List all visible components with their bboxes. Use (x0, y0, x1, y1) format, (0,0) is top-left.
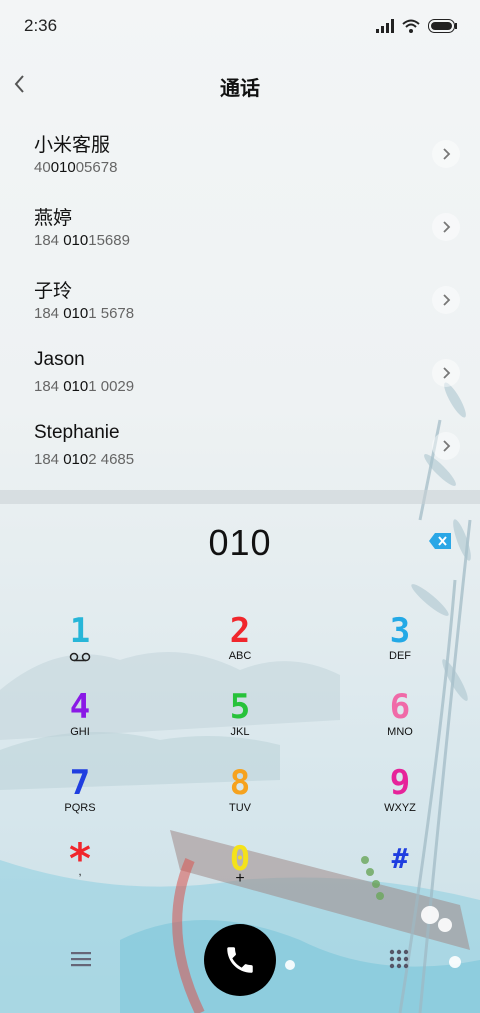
key-digit: 2 (229, 611, 251, 651)
contact-name: Stephanie (34, 422, 120, 443)
contact-name: 子玲 (34, 281, 73, 302)
key-digit: 3 (389, 611, 411, 651)
contact-name: Jason (34, 349, 85, 370)
chevron-right-icon (443, 148, 451, 160)
phone-icon (227, 947, 253, 973)
chevron-right-icon (443, 440, 451, 452)
page-title: 通话 (220, 76, 260, 100)
key-letters: PQRS (64, 802, 96, 814)
contact-row[interactable]: 燕婷 184 01015689 (0, 191, 480, 264)
chevron-right-icon (443, 221, 451, 233)
call-button[interactable] (204, 924, 276, 996)
contact-name: 小米客服 (34, 135, 111, 156)
key-letters: GHI (70, 726, 90, 738)
key-digit: # (391, 842, 409, 875)
key-hash[interactable]: # (335, 840, 465, 910)
battery-icon (428, 19, 457, 33)
contact-number: 4001005678 (34, 159, 118, 176)
chevron-right-icon (443, 367, 451, 379)
signal-icon (376, 19, 394, 33)
contact-row[interactable]: 小米客服 4001005678 (0, 118, 480, 191)
bottom-bar (0, 920, 480, 1000)
key-digit: 9 (389, 763, 411, 803)
wifi-icon (402, 19, 420, 33)
contact-detail-button[interactable] (432, 432, 460, 460)
key-digit: 4 (69, 687, 91, 727)
contact-name: 燕婷 (34, 208, 73, 229)
contact-detail-button[interactable] (432, 140, 460, 168)
contact-row[interactable]: Jason 184 0101 0029 (0, 337, 480, 410)
status-bar: 2:36 (0, 0, 480, 52)
key-2[interactable]: 2 ABC (175, 612, 305, 682)
contact-detail-button[interactable] (432, 359, 460, 387)
menu-icon[interactable] (70, 950, 92, 968)
key-1[interactable]: 1 (15, 612, 145, 682)
contact-detail-button[interactable] (432, 286, 460, 314)
key-letters: , (78, 866, 82, 878)
contact-row[interactable]: Stephanie 184 0102 4685 (0, 410, 480, 483)
key-9[interactable]: 9 WXYZ (335, 764, 465, 834)
key-digit: 1 (69, 611, 91, 651)
key-digit: 5 (229, 687, 251, 727)
backspace-icon[interactable] (428, 532, 452, 550)
dialed-number: 010 (208, 522, 272, 563)
contact-number: 184 01015689 (34, 232, 130, 249)
contact-list: 小米客服 4001005678 燕婷 184 01015689 子玲 184 0… (0, 118, 480, 483)
header: 通话 (0, 60, 480, 108)
status-time: 2:36 (24, 16, 58, 35)
key-8[interactable]: 8 TUV (175, 764, 305, 834)
key-digit: 8 (229, 763, 251, 803)
key-star[interactable]: * , (15, 838, 145, 910)
key-letters: WXYZ (384, 802, 416, 814)
key-letters: TUV (229, 802, 251, 814)
key-letters: + (235, 870, 245, 887)
key-digit: 6 (389, 687, 411, 727)
key-letters: DEF (389, 650, 411, 662)
key-letters: MNO (387, 726, 413, 738)
key-3[interactable]: 3 DEF (335, 612, 465, 682)
dialpad-icon[interactable] (388, 948, 410, 970)
contact-number: 184 0102 4685 (34, 451, 135, 468)
key-4[interactable]: 4 GHI (15, 688, 145, 758)
contact-row[interactable]: 子玲 184 0101 5678 (0, 264, 480, 337)
key-6[interactable]: 6 MNO (335, 688, 465, 758)
status-icons (376, 17, 458, 35)
list-keypad-divider[interactable] (0, 490, 480, 504)
key-7[interactable]: 7 PQRS (15, 764, 145, 834)
chevron-right-icon (443, 294, 451, 306)
contact-number: 184 0101 0029 (34, 378, 135, 395)
key-letters: ABC (228, 650, 252, 662)
key-0[interactable]: 0 + (175, 840, 305, 910)
contact-detail-button[interactable] (432, 213, 460, 241)
key-5[interactable]: 5 JKL (175, 688, 305, 758)
key-letters: JKL (230, 726, 250, 738)
key-digit: 7 (69, 763, 91, 803)
voicemail-icon (69, 652, 91, 662)
contact-number: 184 0101 5678 (34, 305, 135, 322)
